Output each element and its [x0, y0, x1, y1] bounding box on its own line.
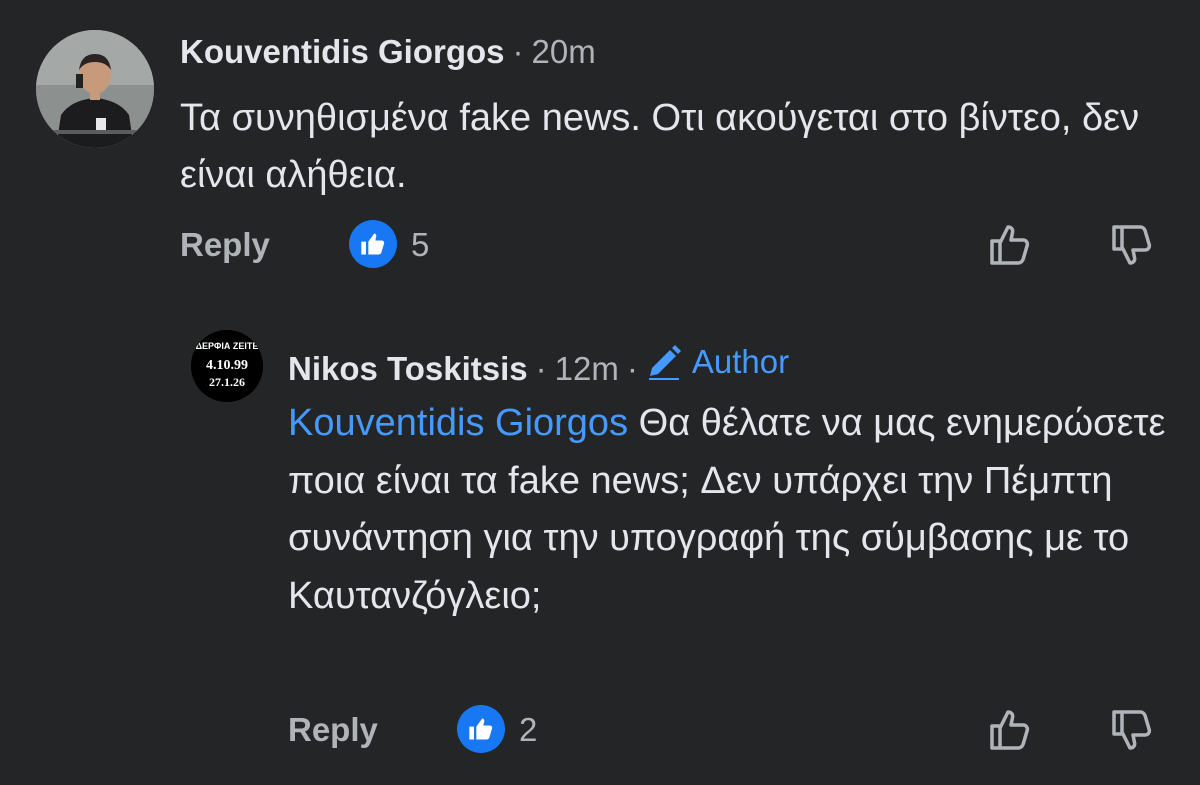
avatar[interactable]: ΔΕΡΦΙΑ ΖΕΙΤΕ 4.10.99 27.1.26 [191, 330, 263, 402]
author-name[interactable]: Kouventidis Giorgos [180, 33, 505, 70]
separator: · [626, 350, 638, 387]
thumbs-up-reaction-icon[interactable] [349, 220, 397, 268]
downvote-icon[interactable] [1107, 705, 1157, 755]
upvote-icon[interactable] [985, 705, 1035, 755]
separator: · [535, 350, 547, 387]
reply-button[interactable]: Reply [180, 220, 270, 270]
like-count: 5 [411, 226, 430, 263]
comment: Kouventidis Giorgos · 20m Τα συνηθισμένα f… [0, 0, 1200, 290]
avatar-text: ΔΕΡΦΙΑ ΖΕΙΤΕ [196, 341, 259, 351]
timestamp[interactable]: 12m [555, 350, 619, 387]
upvote-icon[interactable] [985, 220, 1035, 270]
comment-actions: Reply 5 [180, 220, 1160, 270]
comment-actions: Reply 2 [288, 705, 1160, 755]
avatar-text: 27.1.26 [209, 375, 245, 389]
reply-comment: ΔΕΡΦΙΑ ΖΕΙΤΕ 4.10.99 27.1.26 Nikos Toski… [0, 300, 1200, 785]
downvote-icon[interactable] [1107, 220, 1157, 270]
author-badge: Author [646, 342, 789, 382]
reply-button[interactable]: Reply [288, 705, 378, 755]
comment-text: Τα συνηθισμένα fake news. Οτι ακούγεται … [180, 97, 1140, 196]
comment-header: Nikos Toskitsis · 12m · Author [288, 342, 789, 389]
avatar[interactable] [36, 30, 154, 148]
comment-text: Kouventidis Giorgos Θα θέλατε να μας ενη… [288, 395, 1168, 625]
author-badge-label: Author [691, 343, 790, 380]
pencil-icon [648, 345, 681, 380]
author-name[interactable]: Nikos Toskitsis [288, 350, 528, 387]
avatar-text: 4.10.99 [206, 358, 248, 373]
timestamp[interactable]: 20m [532, 33, 596, 70]
mention-link[interactable]: Kouventidis Giorgos [288, 402, 628, 444]
thumbs-up-reaction-icon[interactable] [457, 705, 505, 753]
separator: · [512, 33, 524, 70]
comment-header: Kouventidis Giorgos · 20m [180, 32, 596, 72]
like-count: 2 [519, 711, 538, 748]
